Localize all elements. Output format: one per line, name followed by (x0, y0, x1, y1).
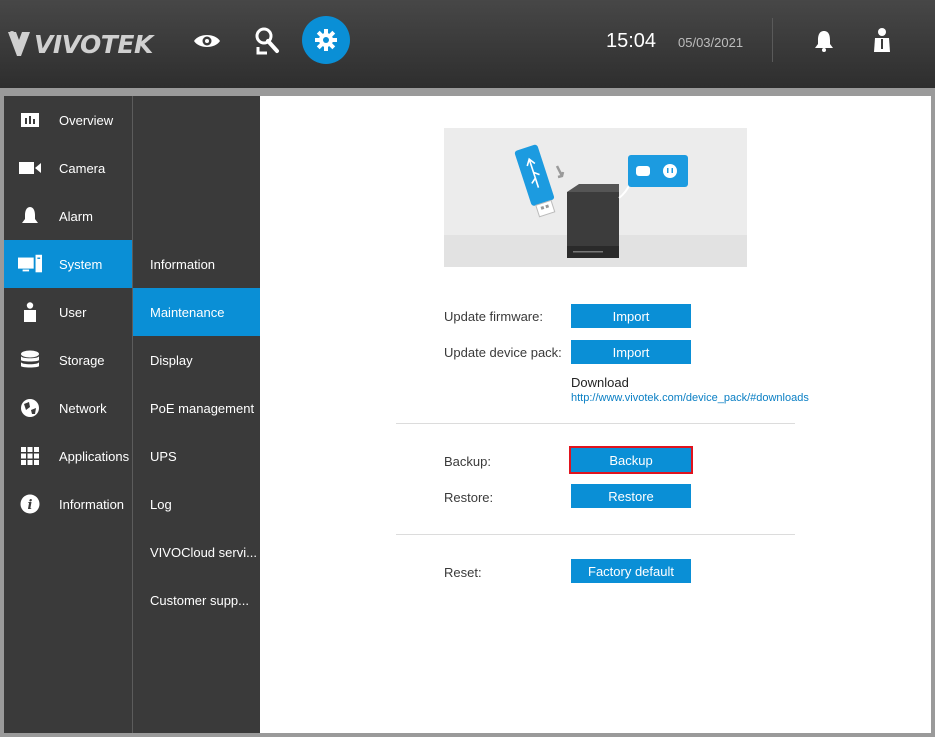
restore-label: Restore: (444, 490, 494, 505)
sidebar-item-information[interactable]: i Information (4, 480, 132, 528)
search-person-icon[interactable] (250, 24, 284, 58)
alarm-icon (18, 204, 42, 228)
sidebar-item-label: Storage (59, 352, 105, 368)
sidebar-item-applications[interactable]: Applications (4, 432, 132, 480)
sidebar: Overview Camera Alarm System User Storag… (4, 96, 132, 733)
overview-icon (18, 108, 42, 132)
submenu-item-maintenance[interactable]: Maintenance (133, 288, 260, 336)
user-icon (18, 300, 42, 324)
topbar-divider (772, 18, 773, 62)
eye-icon[interactable] (190, 26, 224, 56)
update-device-pack-import-button[interactable]: Import (571, 340, 691, 364)
user-icon[interactable] (868, 24, 896, 56)
restore-button[interactable]: Restore (571, 484, 691, 508)
factory-default-button[interactable]: Factory default (571, 559, 691, 583)
backup-label: Backup: (444, 454, 491, 469)
sidebar-item-overview[interactable]: Overview (4, 96, 132, 144)
submenu-item-log[interactable]: Log (133, 480, 260, 528)
sidebar-item-system[interactable]: System (4, 240, 132, 288)
section-divider (396, 534, 795, 535)
submenu: Information Maintenance Display PoE mana… (133, 96, 260, 733)
update-device-pack-label: Update device pack: (444, 345, 562, 360)
update-firmware-import-button[interactable]: Import (571, 304, 691, 328)
sidebar-item-user[interactable]: User (4, 288, 132, 336)
storage-icon (18, 348, 42, 372)
submenu-item-display[interactable]: Display (133, 336, 260, 384)
gear-icon[interactable] (302, 16, 350, 64)
system-icon (18, 252, 42, 276)
camera-icon (18, 156, 42, 180)
sidebar-item-label: Alarm (59, 208, 93, 224)
section-divider (396, 423, 795, 424)
submenu-item-vivocloud[interactable]: VIVOCloud servi... (133, 528, 260, 576)
update-firmware-label: Update firmware: (444, 309, 543, 324)
sidebar-item-storage[interactable]: Storage (4, 336, 132, 384)
vivotek-logo: VIVOTEK (6, 24, 153, 64)
download-link[interactable]: http://www.vivotek.com/device_pack/#down… (571, 392, 809, 404)
sidebar-item-label: Overview (59, 112, 114, 128)
sidebar-item-label: Applications (59, 448, 130, 464)
sidebar-item-alarm[interactable]: Alarm (4, 192, 132, 240)
svg-text:i: i (28, 498, 33, 513)
download-label: Download (571, 375, 629, 390)
sidebar-item-label: Information (59, 496, 125, 512)
network-icon (18, 396, 42, 420)
sidebar-item-label: User (59, 304, 87, 320)
sidebar-item-label: System (59, 256, 103, 272)
information-icon: i (18, 492, 42, 516)
top-bar: VIVOTEK 15:04 05/03/2021 (0, 0, 935, 88)
clock-date: 05/03/2021 (678, 35, 744, 50)
applications-icon (18, 444, 42, 468)
sidebar-item-label: Camera (59, 160, 106, 176)
sidebar-item-camera[interactable]: Camera (4, 144, 132, 192)
submenu-item-information[interactable]: Information (133, 240, 260, 288)
maintenance-panel: Update firmware: Import Update device pa… (260, 96, 931, 733)
reset-label: Reset: (444, 565, 482, 580)
sidebar-item-label: Network (59, 400, 107, 416)
bell-icon[interactable] (810, 26, 838, 56)
maintenance-illustration (444, 128, 747, 267)
backup-button[interactable]: Backup (569, 446, 693, 474)
submenu-item-ups[interactable]: UPS (133, 432, 260, 480)
submenu-item-poe-management[interactable]: PoE management (133, 384, 260, 432)
clock-time: 15:04 (606, 30, 657, 52)
main-frame: Overview Camera Alarm System User Storag… (4, 96, 931, 733)
logo-mark-icon (8, 31, 30, 56)
sidebar-item-network[interactable]: Network (4, 384, 132, 432)
submenu-item-customer-support[interactable]: Customer supp... (133, 576, 260, 624)
logo-text: VIVOTEK (34, 29, 153, 59)
